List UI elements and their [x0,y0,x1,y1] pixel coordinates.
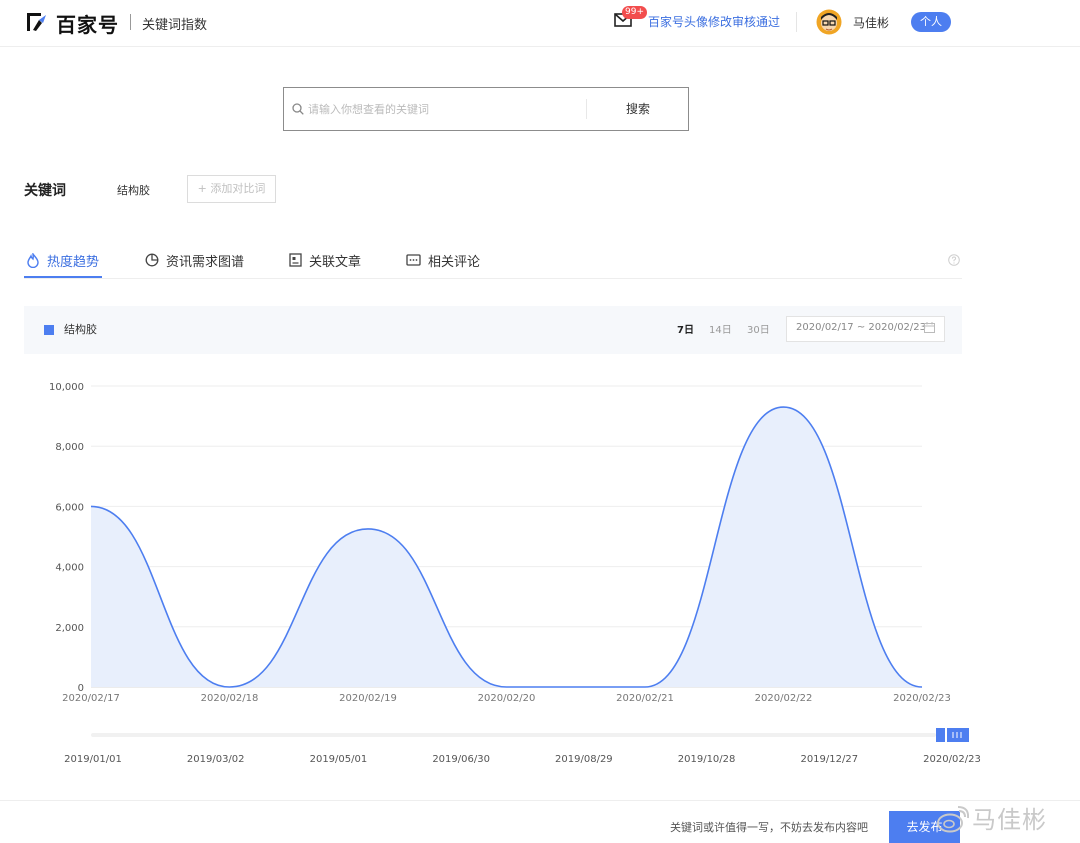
slider-date-label: 2019/03/02 [187,754,245,765]
x-tick-label: 2020/02/23 [893,693,951,704]
tab-comments-label: 相关评论 [428,254,481,270]
date-range-text: 2020/02/17 ~ 2020/02/23 [796,322,927,333]
comment-icon [406,253,421,266]
tab-demand-graph[interactable]: 资讯需求图谱 [145,250,244,270]
slider-date-label: 2019/10/28 [678,754,736,765]
x-tick-label: 2020/02/19 [339,693,397,704]
search-divider [586,99,587,119]
range-7d-button[interactable]: 7日 [677,321,694,336]
trend-chart: 02,0004,0006,0008,00010,000 2020/02/17 20… [49,382,981,765]
x-tick-label: 2020/02/20 [478,693,536,704]
slider-date-label: 2019/08/29 [555,754,613,765]
slider-date-label: 2019/05/01 [310,754,368,765]
tab-trend-label: 热度趋势 [47,254,100,270]
legend-label: 结构胶 [64,323,97,336]
tab-demand-label: 资讯需求图谱 [166,254,245,270]
search-input[interactable] [308,96,578,122]
help-icon[interactable] [948,254,960,266]
weibo-watermark-icon [937,806,969,833]
range-14d-button[interactable]: 14日 [709,321,732,336]
x-tick-label: 2020/02/17 [62,693,120,704]
keyword-value: 结构胶 [117,184,150,197]
search-icon [292,103,304,115]
footer-tip: 关键词或许值得一写，不妨去发布内容吧 [670,821,868,834]
logo-text[interactable]: 百家号 [56,9,119,38]
y-tick-label: 6,000 [55,502,84,513]
search-button[interactable]: 搜索 [590,97,686,121]
y-tick-label: 4,000 [55,563,84,574]
tab-trend[interactable]: 热度趋势 [26,250,99,270]
slider-date-label: 2019/12/27 [800,754,858,765]
calendar-icon [924,322,935,333]
slider-date-label: 2019/06/30 [432,754,490,765]
slider-date-label: 2020/02/23 [923,754,981,765]
header-separator [130,14,131,30]
pie-icon [145,253,159,267]
x-tick-label: 2020/02/22 [755,693,813,704]
personal-button[interactable]: 个人 [911,12,951,32]
add-compare-button[interactable]: + 添加对比词 [187,175,276,203]
footer-divider [0,800,1080,801]
mail-count-badge: 99+ [622,6,647,19]
time-slider-track[interactable] [91,733,936,737]
watermark-text: 马佳彬 [972,806,1047,834]
tab-related-articles[interactable]: 关联文章 [289,250,361,270]
avatar[interactable] [816,9,842,35]
tab-related-comments[interactable]: 相关评论 [406,250,480,270]
y-tick-label: 10,000 [49,382,84,393]
x-tick-label: 2020/02/18 [201,693,259,704]
time-slider-handle-right[interactable] [947,728,969,742]
header-divider [796,12,797,32]
time-slider-handle-left[interactable] [936,728,945,742]
page-title: 关键词指数 [142,18,208,33]
range-30d-button[interactable]: 30日 [747,321,770,336]
series-area [91,407,922,687]
article-icon [289,253,302,267]
keyword-label: 关键词 [24,183,66,199]
flame-icon [27,252,39,268]
username[interactable]: 马佳彬 [853,14,889,31]
notice-link[interactable]: 百家号头像修改审核通过 [648,13,780,30]
x-tick-label: 2020/02/21 [616,693,674,704]
tab-articles-label: 关联文章 [309,254,362,270]
tabs-divider [24,278,962,279]
y-tick-label: 2,000 [55,623,84,634]
active-tab-indicator [24,276,102,278]
slider-date-label: 2019/01/01 [64,754,122,765]
y-tick-label: 8,000 [55,442,84,453]
legend-swatch [44,325,54,335]
baijiahao-logo-icon [27,13,46,31]
